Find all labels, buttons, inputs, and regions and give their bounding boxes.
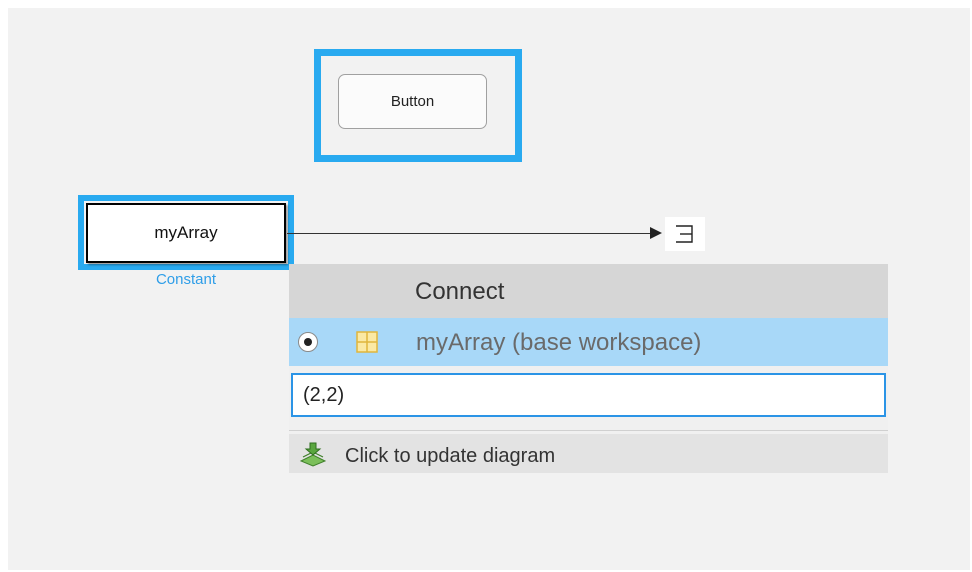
variable-grid-icon [356,331,378,353]
signal-line[interactable] [287,233,653,234]
constant-block-value: myArray [154,223,218,242]
divider [289,430,888,431]
update-diagram-button[interactable]: Click to update diagram [289,434,888,473]
signal-arrow-icon [650,227,662,239]
button-block[interactable]: Button [338,74,487,129]
option-label: myArray (base workspace) [416,329,702,356]
button-block-label: Button [390,93,435,110]
radio-selected-dot [304,338,312,346]
constant-block-label[interactable]: Constant [86,271,286,288]
index-input[interactable] [291,373,886,417]
connect-option-myarray[interactable]: myArray (base workspace) [289,318,888,366]
connect-header: Connect [289,264,888,318]
update-diagram-label: Click to update diagram [345,445,556,467]
connect-title: Connect [415,278,505,305]
option-radio[interactable] [298,332,318,352]
terminator-port-icon[interactable] [665,217,705,251]
constant-block[interactable]: myArray [86,203,286,263]
update-diagram-icon [299,441,327,467]
connect-popup: Connect myArray (base workspace) Click t… [289,264,888,473]
